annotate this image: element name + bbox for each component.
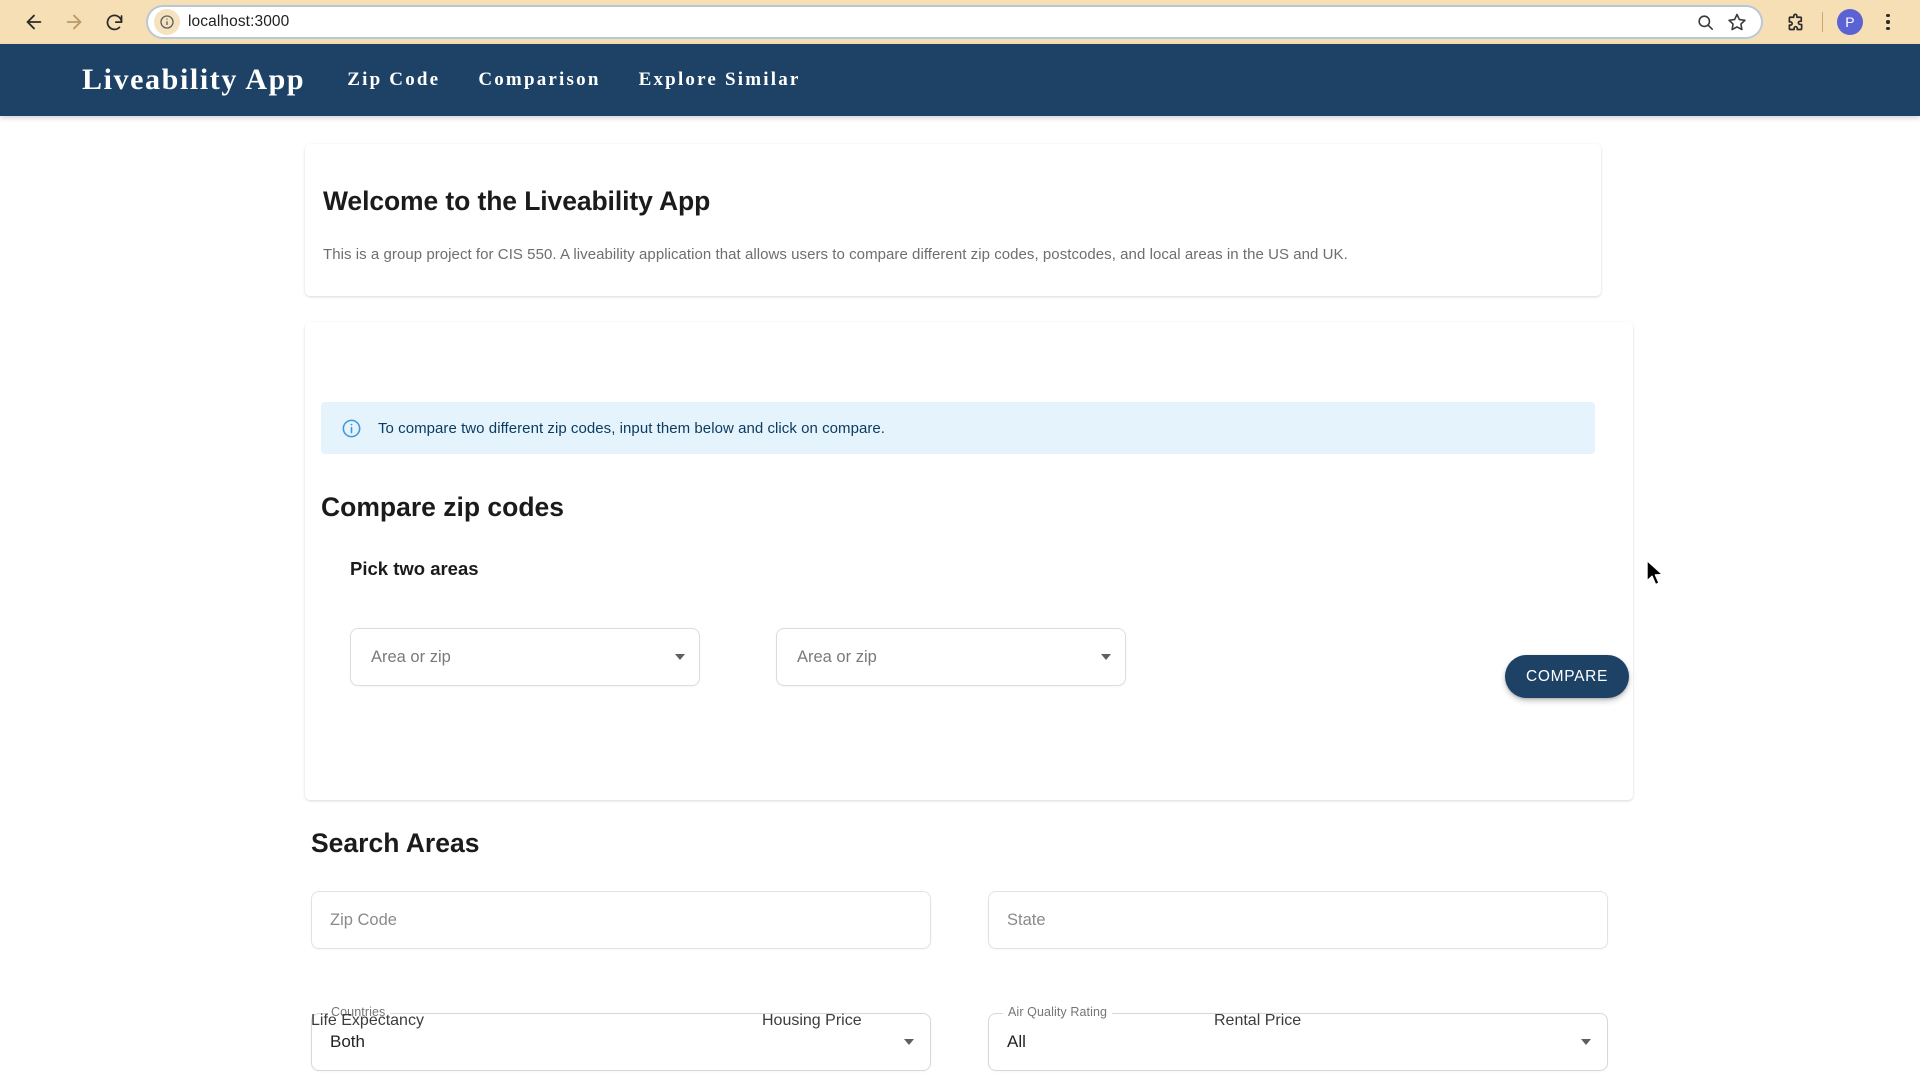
- page-content: Welcome to the Liveability App This is a…: [0, 116, 1920, 1080]
- avatar: P: [1837, 9, 1863, 35]
- area-two-value: Area or zip: [797, 647, 877, 666]
- welcome-card: Welcome to the Liveability App This is a…: [305, 144, 1601, 296]
- url-text: localhost:3000: [188, 13, 290, 30]
- state-placeholder: State: [1007, 910, 1046, 929]
- welcome-description: This is a group project for CIS 550. A l…: [323, 245, 1348, 263]
- extensions-button[interactable]: [1777, 4, 1813, 40]
- address-bar[interactable]: localhost:3000: [146, 5, 1763, 39]
- area-one-select[interactable]: Area or zip: [350, 628, 700, 686]
- area-one-value: Area or zip: [371, 647, 451, 666]
- back-arrow-icon: [26, 14, 42, 30]
- mouse-cursor: [1646, 559, 1664, 586]
- forward-arrow-icon: [66, 14, 82, 30]
- zoom-search-icon: [1697, 14, 1713, 30]
- nav-link-explore-similar[interactable]: Explore Similar: [639, 69, 801, 91]
- toolbar-divider: [1822, 12, 1823, 32]
- chevron-down-icon: [675, 654, 685, 660]
- reload-icon: [106, 14, 122, 30]
- search-areas-title: Search Areas: [311, 828, 480, 858]
- nav-link-comparison[interactable]: Comparison: [478, 69, 600, 91]
- area-two-select[interactable]: Area or zip: [776, 628, 1126, 686]
- metric-label-life-expectancy: Life Expectancy: [311, 1012, 424, 1029]
- zip-code-input[interactable]: Zip Code: [311, 891, 931, 949]
- air-quality-value: All: [1007, 1032, 1026, 1051]
- profile-button[interactable]: P: [1832, 4, 1868, 40]
- compare-section-title: Compare zip codes: [321, 492, 564, 522]
- metric-label-housing-price: Housing Price: [762, 1012, 862, 1029]
- state-input[interactable]: State: [988, 891, 1608, 949]
- zoom-button[interactable]: [1691, 8, 1719, 36]
- compare-info-alert: To compare two different zip codes, inpu…: [321, 402, 1595, 454]
- bookmark-star-icon: [1728, 13, 1746, 31]
- compare-button[interactable]: COMPARE: [1505, 655, 1629, 698]
- site-info-icon: [160, 15, 174, 29]
- browser-menu-button[interactable]: [1870, 4, 1906, 40]
- reload-button[interactable]: [94, 2, 134, 42]
- site-info-button[interactable]: [154, 9, 180, 35]
- info-circle-icon: [342, 419, 361, 437]
- app-brand[interactable]: Liveability App: [82, 63, 305, 97]
- back-button[interactable]: [14, 2, 54, 42]
- forward-button[interactable]: [54, 2, 94, 42]
- browser-toolbar: localhost:3000 P: [0, 0, 1920, 44]
- bookmark-button[interactable]: [1723, 8, 1751, 36]
- air-quality-label: Air Quality Rating: [1003, 1005, 1113, 1019]
- extensions-puzzle-icon: [1788, 13, 1802, 30]
- compare-alert-text: To compare two different zip codes, inpu…: [378, 419, 886, 437]
- chrome-actions: P: [1771, 4, 1906, 40]
- zip-code-placeholder: Zip Code: [330, 910, 397, 929]
- app-navbar: Liveability App Zip Code Comparison Expl…: [0, 44, 1920, 116]
- chevron-down-icon: [904, 1039, 914, 1045]
- chevron-down-icon: [1581, 1039, 1591, 1045]
- chevron-down-icon: [1101, 654, 1111, 660]
- pick-two-areas-label: Pick two areas: [350, 558, 479, 579]
- three-dot-menu-icon: [1873, 7, 1903, 37]
- nav-link-zip-code[interactable]: Zip Code: [347, 69, 440, 91]
- compare-card: Compare zip codes To compare two differe…: [305, 322, 1633, 800]
- countries-value: Both: [330, 1032, 365, 1051]
- page-title: Welcome to the Liveability App: [323, 186, 711, 216]
- metric-label-rental-price: Rental Price: [1214, 1012, 1302, 1029]
